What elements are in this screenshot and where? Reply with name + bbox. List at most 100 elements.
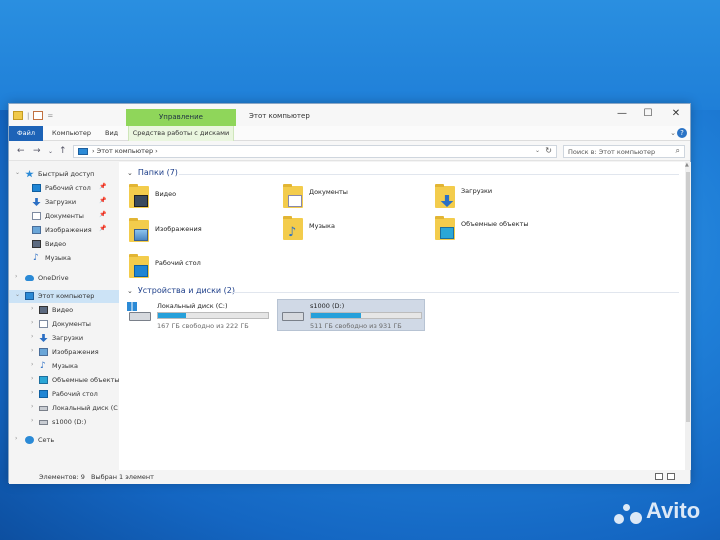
sidebar-item-music[interactable]: ♪ Музыка — [9, 252, 119, 265]
chevron-down-icon[interactable]: ⌄ — [127, 287, 133, 295]
chevron-right-icon[interactable]: › — [31, 375, 33, 382]
chevron-right-icon[interactable]: › — [31, 417, 33, 424]
sidebar-item-pc-desktop[interactable]: › Рабочий стол — [9, 388, 119, 401]
minimize-button[interactable]: — — [612, 107, 632, 121]
item-count: Элементов: 9 — [39, 473, 85, 481]
sidebar-item-videos[interactable]: Видео — [9, 238, 119, 251]
chevron-right-icon[interactable]: › — [31, 333, 33, 340]
breadcrumb: › Этот компьютер › — [92, 147, 158, 155]
computer-icon — [78, 148, 88, 155]
pin-icon: 📌 — [99, 183, 107, 190]
chevron-right-icon[interactable]: › — [31, 361, 33, 368]
chevron-right-icon[interactable]: › — [31, 403, 33, 410]
picture-icon — [39, 348, 48, 356]
window-title: Этот компьютер — [249, 112, 310, 120]
folder-downloads[interactable]: Загрузки — [435, 184, 565, 212]
refresh-icon[interactable]: ↻ — [545, 146, 552, 155]
chevron-down-icon[interactable]: ⌄ — [15, 169, 20, 176]
drive-d[interactable]: s1000 (D:) 511 ГБ свободно из 931 ГБ — [277, 299, 425, 331]
folder-videos[interactable]: Видео — [129, 184, 259, 212]
folder-pictures[interactable]: Изображения — [129, 218, 259, 246]
folders-section-header[interactable]: ⌄ Папки (7) — [127, 168, 178, 177]
scroll-thumb[interactable] — [686, 172, 690, 422]
chevron-right-icon[interactable]: › — [15, 273, 17, 280]
chevron-down-icon[interactable]: ⌄ — [127, 169, 133, 177]
sidebar-item-local-disk[interactable]: › Локальный диск (С — [9, 402, 119, 415]
music-note-icon: ♪ — [288, 225, 297, 240]
chevron-down-icon[interactable]: ⌄ — [670, 129, 676, 137]
search-input[interactable]: Поиск в: Этот компьютер ⌕ — [563, 145, 685, 158]
tab-disk-tools[interactable]: Средства работы с дисками — [128, 126, 234, 141]
avito-logo-icon — [614, 502, 642, 526]
sidebar-item-onedrive[interactable]: › OneDrive — [9, 272, 119, 285]
explorer-window: | = Управление Этот компьютер — ☐ ✕ Файл… — [8, 103, 691, 484]
manage-tab[interactable]: Управление — [126, 109, 236, 126]
chevron-right-icon[interactable]: › — [31, 319, 33, 326]
chevron-right-icon[interactable]: › — [31, 347, 33, 354]
tab-file[interactable]: Файл — [9, 126, 43, 141]
chevron-right-icon[interactable]: › — [15, 435, 17, 442]
download-icon — [32, 198, 41, 206]
ribbon-tabs: Файл Компьютер Вид Средства работы с дис… — [9, 126, 690, 141]
chevron-down-icon[interactable]: ⌄ — [15, 291, 20, 298]
quick-access-toolbar: | = — [13, 111, 53, 120]
watermark: Avito — [646, 498, 701, 523]
scroll-up-icon[interactable]: ▲ — [685, 162, 689, 168]
sidebar-item-desktop[interactable]: Рабочий стол 📌 — [9, 182, 119, 195]
up-arrow-icon[interactable]: ↑ — [59, 146, 67, 156]
document-icon — [288, 195, 302, 207]
folder-desktop[interactable]: Рабочий стол — [129, 254, 259, 282]
details-view-icon[interactable] — [655, 473, 663, 480]
sidebar-item-pc-documents[interactable]: › Документы — [9, 318, 119, 331]
cube-icon — [440, 227, 454, 239]
address-row: ← → ⌄ ↑ › Этот компьютер › ⌄ ↻ Поиск в: … — [9, 141, 690, 161]
network-icon — [25, 436, 34, 444]
back-arrow-icon[interactable]: ← — [17, 146, 25, 156]
search-icon: ⌕ — [675, 146, 680, 155]
desktop-icon — [134, 265, 148, 277]
devices-section-header[interactable]: ⌄ Устройства и диски (2) — [127, 286, 235, 295]
sidebar-item-pc-3d-objects[interactable]: › Объемные объекты — [9, 374, 119, 387]
sidebar-item-documents[interactable]: Документы 📌 — [9, 210, 119, 223]
close-button[interactable]: ✕ — [666, 107, 686, 121]
drive-usage-bar — [157, 312, 269, 319]
document-icon — [32, 212, 41, 220]
folder-music[interactable]: ♪ Музыка — [283, 216, 413, 244]
sidebar-item-quick-access[interactable]: ⌄ Быстрый доступ — [9, 168, 119, 181]
pin-icon: 📌 — [99, 211, 107, 218]
qat-dropdown-icon[interactable]: = — [47, 112, 53, 120]
tab-view[interactable]: Вид — [105, 129, 118, 137]
large-icons-view-icon[interactable] — [667, 473, 675, 480]
sidebar-item-pictures[interactable]: Изображения 📌 — [9, 224, 119, 237]
sidebar-item-pc-music[interactable]: › ♪ Музыка — [9, 360, 119, 373]
sidebar-item-pc-pictures[interactable]: › Изображения — [9, 346, 119, 359]
new-folder-icon[interactable] — [13, 111, 23, 120]
chevron-right-icon[interactable]: › — [31, 389, 33, 396]
music-note-icon: ♪ — [33, 253, 39, 263]
sidebar-item-s1000[interactable]: › s1000 (D:) — [9, 416, 119, 429]
cube-icon — [39, 376, 48, 384]
forward-arrow-icon[interactable]: → — [33, 146, 41, 156]
download-icon — [39, 334, 48, 342]
sidebar-item-pc-downloads[interactable]: › Загрузки — [9, 332, 119, 345]
hard-drive-icon — [39, 420, 48, 425]
desktop-icon — [32, 184, 41, 192]
drive-c[interactable]: Локальный диск (C:) 167 ГБ свободно из 2… — [125, 300, 273, 332]
vertical-scrollbar[interactable]: ▲ — [685, 162, 691, 470]
video-icon — [32, 240, 41, 248]
chevron-down-icon[interactable]: ⌄ — [535, 147, 540, 154]
sidebar-item-this-pc[interactable]: ⌄ Этот компьютер — [9, 290, 119, 303]
sidebar-item-network[interactable]: › Сеть — [9, 434, 119, 447]
recent-dropdown-icon[interactable]: ⌄ — [48, 148, 53, 155]
hard-drive-icon — [282, 312, 304, 321]
tab-computer[interactable]: Компьютер — [52, 129, 91, 137]
folder-3d-objects[interactable]: Объемные объекты — [435, 216, 565, 244]
properties-icon[interactable] — [33, 111, 44, 120]
sidebar-item-pc-videos[interactable]: › Видео — [9, 304, 119, 317]
address-bar[interactable]: › Этот компьютер › ⌄ ↻ — [73, 145, 557, 158]
maximize-button[interactable]: ☐ — [638, 107, 658, 121]
chevron-right-icon[interactable]: › — [31, 305, 33, 312]
sidebar-item-downloads[interactable]: Загрузки 📌 — [9, 196, 119, 209]
help-icon[interactable]: ? — [677, 128, 687, 138]
folder-documents[interactable]: Документы — [283, 184, 413, 212]
